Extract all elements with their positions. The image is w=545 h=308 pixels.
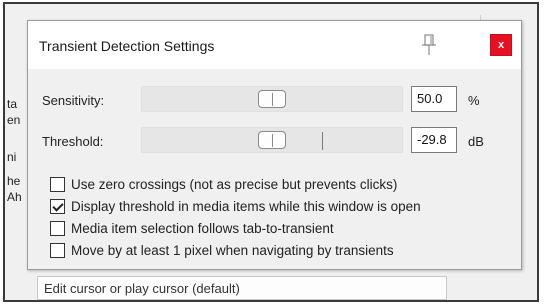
sensitivity-slider-thumb[interactable] bbox=[258, 90, 286, 108]
sensitivity-slider[interactable] bbox=[141, 86, 403, 112]
option-selection-follows[interactable]: Media item selection follows tab-to-tran… bbox=[50, 218, 334, 238]
option-label: Use zero crossings (not as precise but p… bbox=[71, 176, 398, 192]
option-label: Media item selection follows tab-to-tran… bbox=[71, 220, 334, 236]
threshold-slider-thumb[interactable] bbox=[258, 131, 286, 149]
pin-icon[interactable] bbox=[420, 33, 438, 57]
background-text-fragment: he bbox=[7, 174, 21, 188]
option-display-threshold[interactable]: Display threshold in media items while t… bbox=[50, 196, 421, 216]
close-button[interactable]: x bbox=[490, 34, 512, 56]
threshold-default-marker bbox=[322, 132, 323, 150]
close-icon: x bbox=[497, 39, 505, 51]
background-text-fragment: ta bbox=[7, 97, 18, 111]
background-text-fragment: en bbox=[7, 113, 21, 127]
option-label: Move by at least 1 pixel when navigating… bbox=[71, 242, 394, 258]
background-text-fragment: ni bbox=[7, 150, 17, 164]
dialog-title: Transient Detection Settings bbox=[39, 38, 215, 54]
dialog-titlebar[interactable]: Transient Detection Settings x bbox=[28, 21, 521, 69]
background-text-fragment: Ah bbox=[7, 190, 22, 204]
threshold-unit: dB bbox=[468, 134, 484, 149]
sensitivity-label: Sensitivity: bbox=[42, 93, 105, 108]
threshold-value-field[interactable]: -29.8 bbox=[411, 127, 457, 153]
transient-detection-dialog: Transient Detection Settings x Sensitivi… bbox=[27, 20, 522, 270]
sensitivity-unit: % bbox=[468, 93, 480, 108]
option-move-by-pixel[interactable]: Move by at least 1 pixel when navigating… bbox=[50, 240, 394, 260]
zero-crossings-checkbox[interactable] bbox=[50, 176, 65, 192]
cursor-mode-dropdown[interactable]: Edit cursor or play cursor (default) bbox=[37, 276, 447, 300]
display-threshold-checkbox[interactable] bbox=[50, 198, 65, 214]
move-by-pixel-checkbox[interactable] bbox=[50, 242, 65, 258]
option-zero-crossings[interactable]: Use zero crossings (not as precise but p… bbox=[50, 174, 397, 194]
option-label: Display threshold in media items while t… bbox=[71, 198, 421, 214]
threshold-label: Threshold: bbox=[42, 134, 104, 149]
threshold-slider[interactable] bbox=[141, 127, 403, 153]
sensitivity-value-field[interactable]: 50.0 bbox=[411, 86, 457, 112]
selection-follows-checkbox[interactable] bbox=[50, 220, 65, 236]
